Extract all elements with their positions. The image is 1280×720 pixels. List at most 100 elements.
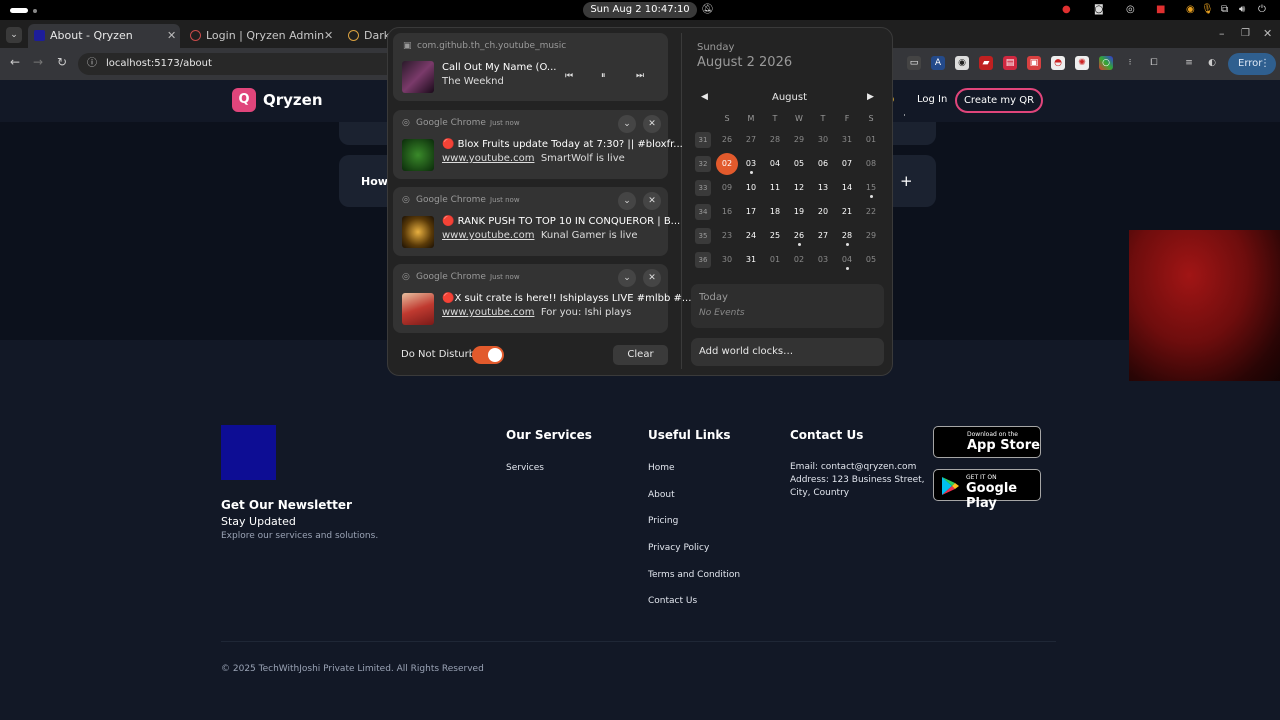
expand-chevron-icon[interactable]: ⌄ [618,115,636,133]
calendar-day[interactable]: 14 [835,179,859,197]
calendar-day[interactable]: 05 [787,155,811,173]
calendar-day[interactable]: 05 [859,251,883,269]
qryzen-logo-icon[interactable]: Q [232,88,256,112]
tab-login[interactable]: Login | Qryzen Admin ✕ [186,24,338,48]
footer-link-privacy[interactable]: Privacy Policy [648,543,709,553]
screen-record-icon[interactable]: ■ [1156,4,1165,16]
tab-dark[interactable]: Dark [344,24,390,48]
calendar-day[interactable]: 12 [787,179,811,197]
activities-indicator[interactable] [10,8,28,13]
notification-site-link[interactable]: www.youtube.com [442,153,534,164]
close-window-icon[interactable]: ✕ [1263,27,1272,40]
tab-about[interactable]: About - Qryzen ✕ [28,24,180,48]
faq-expand-icon[interactable]: + [900,172,913,190]
red-extension-icon[interactable]: ▰ [979,56,993,70]
notification-site-link[interactable]: www.youtube.com [442,307,534,318]
calendar-day[interactable]: 30 [715,251,739,269]
calendar-day[interactable]: 20 [811,203,835,221]
tab-search-chevron-icon[interactable]: ⌄ [6,27,22,43]
calendar-day[interactable]: 25 [763,227,787,245]
calendar-day[interactable]: 10 [739,179,763,197]
next-track-icon[interactable]: ⏭ [636,71,644,81]
calendar-day[interactable]: 18 [763,203,787,221]
calendar-day[interactable]: 06 [811,155,835,173]
footer-link-contact[interactable]: Contact Us [648,596,697,606]
dismiss-close-icon[interactable]: ✕ [643,269,661,287]
reading-list-icon[interactable]: ≡ [1182,56,1196,70]
footer-link-home[interactable]: Home [648,463,675,473]
calendar-day[interactable]: 30 [811,131,835,149]
chrome-tray-icon[interactable]: ◎ [1126,4,1135,16]
vpn-extension-icon[interactable]: ◉ [955,56,969,70]
calendar-day[interactable]: 29 [787,131,811,149]
dismiss-close-icon[interactable]: ✕ [643,115,661,133]
cast-extension-icon[interactable]: ▭ [907,56,921,70]
previous-track-icon[interactable]: ⏮ [565,71,573,81]
extensions-puzzle-icon[interactable]: ⧠ [1147,56,1161,70]
footer-link-pricing[interactable]: Pricing [648,516,678,526]
notification-card[interactable]: ◎ Google Chrome Just now ⌄ ✕ 🔴X suit cra… [393,264,691,333]
calendar-day[interactable]: 17 [739,203,763,221]
calendar-day[interactable]: 16 [715,203,739,221]
calendar-day[interactable]: 29 [859,227,883,245]
calendar-day[interactable]: 11 [763,179,787,197]
previous-month-icon[interactable]: ◀ [701,92,708,102]
toggle-knob[interactable] [488,348,502,362]
faq-toggle-icon[interactable]: ˙ [902,114,907,125]
arc-extension-icon[interactable]: A [931,56,945,70]
expand-chevron-icon[interactable]: ⌄ [618,192,636,210]
calendar-day[interactable]: 03 [811,251,835,269]
login-link[interactable]: Log In [917,94,947,105]
calendar-day[interactable]: 01 [859,131,883,149]
calendar-day[interactable]: 13 [811,179,835,197]
notification-card[interactable]: ◎ Google Chrome Just now ⌄ ✕ 🔴 Blox Frui… [393,110,683,179]
brand-name[interactable]: Qryzen [263,91,323,109]
calendar-day[interactable]: 24 [739,227,763,245]
pdf-extension-icon[interactable]: ▣ [1027,56,1041,70]
add-world-clocks-button[interactable]: Add world clocks… [691,338,884,366]
calendar-day[interactable]: 26 [715,131,739,149]
calendar-day[interactable]: 27 [739,131,763,149]
profile-icon[interactable]: ◐ [1205,56,1219,70]
calendar-day[interactable]: 22 [859,203,883,221]
more-extension-icon[interactable]: ⁝ [1123,56,1137,70]
reload-icon[interactable]: ↻ [57,55,67,69]
calendar-today[interactable]: 02 [716,153,738,175]
calendar-day[interactable]: 28 [763,131,787,149]
discord-tray-icon[interactable]: ◙ [1094,4,1104,16]
calendar-day[interactable]: 27 [811,227,835,245]
events-panel[interactable] [691,284,884,328]
create-qr-button[interactable]: Create my QR [955,88,1043,113]
dismiss-close-icon[interactable]: ✕ [643,192,661,210]
pink-extension-icon[interactable]: ▤ [1003,56,1017,70]
footer-link-services[interactable]: Services [506,463,544,473]
footer-link-about[interactable]: About [648,490,675,500]
notification-card[interactable]: ◎ Google Chrome Just now ⌄ ✕ 🔴 RANK PUSH… [393,187,680,256]
calendar-day[interactable]: 19 [787,203,811,221]
footer-link-terms[interactable]: Terms and Condition [648,570,740,580]
app-store-button[interactable]: Download on the App Store [933,426,1041,458]
google-play-button[interactable]: GET IT ON Google Play [933,469,1041,511]
calendar-day[interactable]: 31 [835,131,859,149]
site-info-icon[interactable]: ⓘ [87,53,97,75]
youtube-music-tray-icon[interactable]: ● [1062,4,1071,16]
calendar-day[interactable]: 31 [739,251,763,269]
media-player-card[interactable]: ▣ com.github.th_ch.youtube_music Call Ou… [393,33,668,101]
calendar-day[interactable]: 23 [715,227,739,245]
power-icon[interactable]: ⏻ [1258,4,1266,16]
calendar-day[interactable]: 07 [835,155,859,173]
clear-notifications-button[interactable]: Clear [613,345,668,365]
pause-icon[interactable]: ⏸ [601,71,606,81]
calendar-day[interactable]: 01 [763,251,787,269]
close-tab-icon[interactable]: ✕ [167,24,176,48]
forward-icon[interactable]: → [33,55,43,69]
system-clock[interactable]: Sun Aug 2 10:47:10 AM [583,2,697,31]
star-extension-icon[interactable]: ✺ [1075,56,1089,70]
error-update-button[interactable]: Error ⋮ [1228,53,1276,75]
pokeball-extension-icon[interactable]: ◓ [1051,56,1065,70]
calendar-day[interactable]: 02 [787,251,811,269]
back-icon[interactable]: ← [10,55,20,69]
close-tab-icon[interactable]: ✕ [324,24,333,48]
volume-icon[interactable]: 🔊︎ [1239,4,1245,16]
expand-chevron-icon[interactable]: ⌄ [618,269,636,287]
